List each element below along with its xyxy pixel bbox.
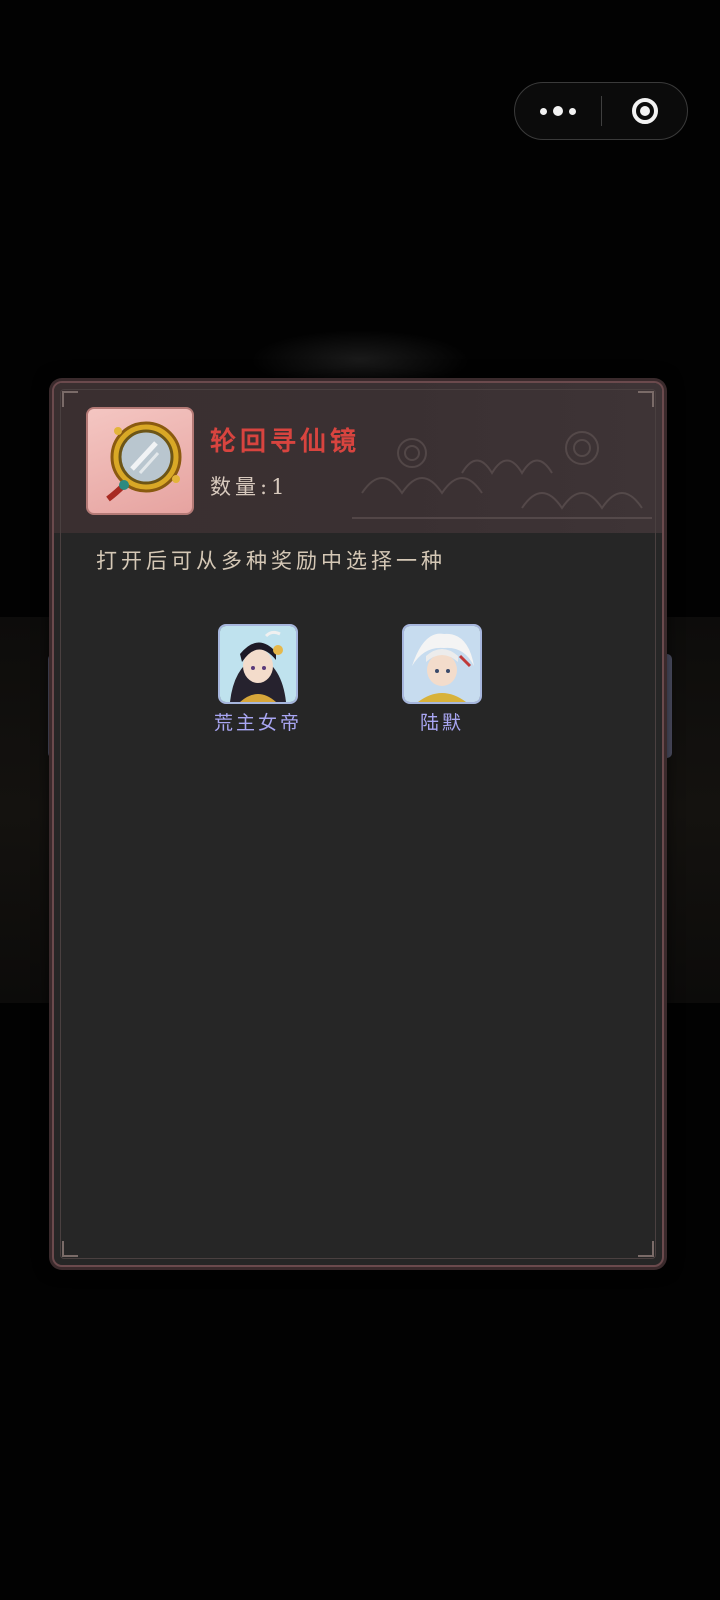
screen: 轮回寻仙镜 数量:1 打开后可从多种奖励中选择一种 荒主女帝 陆默 [0,0,720,1600]
more-button[interactable] [515,83,601,139]
corner-ornament [638,1241,654,1257]
character-portrait-icon [218,624,298,704]
reward-option[interactable]: 荒主女帝 [198,624,318,735]
mini-program-capsule [514,82,688,140]
target-circle-icon [632,98,658,124]
quantity-value: 1 [271,475,289,499]
item-detail-modal: 轮回寻仙镜 数量:1 打开后可从多种奖励中选择一种 荒主女帝 陆默 [52,381,664,1267]
mirror-icon [86,407,194,515]
item-title: 轮回寻仙镜 [210,427,361,457]
close-mini-program-button[interactable] [603,83,687,139]
reward-name: 荒主女帝 [213,712,302,734]
corner-ornament [62,391,78,407]
item-description: 打开后可从多种奖励中选择一种 [96,549,446,573]
reward-name: 陆默 [419,712,464,734]
capsule-divider [601,96,602,126]
quantity-label: 数量: [210,475,272,499]
corner-ornament [638,391,654,407]
more-dots-icon [537,106,579,116]
reward-option[interactable]: 陆默 [382,624,502,735]
cloud-pattern-decoration [352,431,652,519]
character-portrait-icon [402,624,482,704]
corner-ornament [62,1241,78,1257]
quantity-row: 数量:1 [210,471,288,501]
